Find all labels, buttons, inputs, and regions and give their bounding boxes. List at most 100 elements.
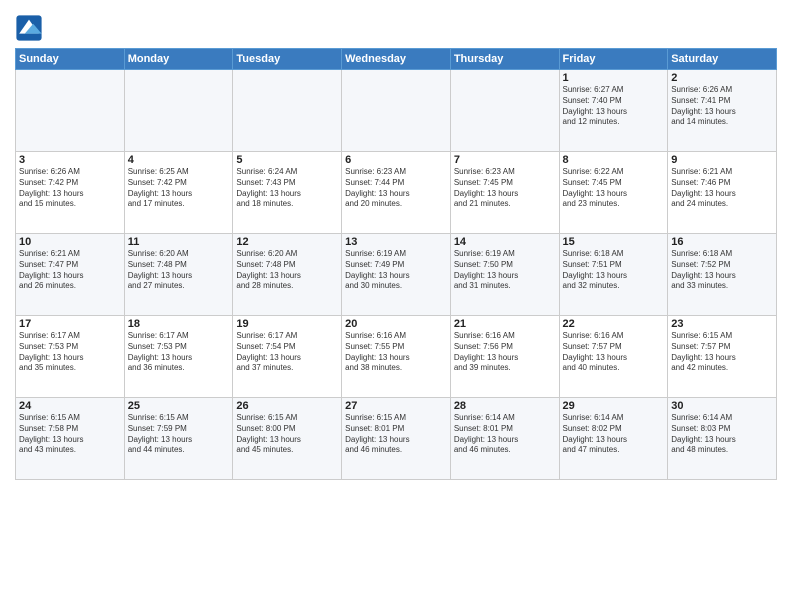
weekday-header-tuesday: Tuesday <box>233 49 342 70</box>
calendar-cell: 26Sunrise: 6:15 AM Sunset: 8:00 PM Dayli… <box>233 398 342 480</box>
day-info: Sunrise: 6:24 AM Sunset: 7:43 PM Dayligh… <box>236 167 338 210</box>
calendar-header: SundayMondayTuesdayWednesdayThursdayFrid… <box>16 49 777 70</box>
calendar-cell: 12Sunrise: 6:20 AM Sunset: 7:48 PM Dayli… <box>233 234 342 316</box>
day-info: Sunrise: 6:23 AM Sunset: 7:44 PM Dayligh… <box>345 167 447 210</box>
calendar-cell: 15Sunrise: 6:18 AM Sunset: 7:51 PM Dayli… <box>559 234 668 316</box>
day-info: Sunrise: 6:26 AM Sunset: 7:41 PM Dayligh… <box>671 85 773 128</box>
day-info: Sunrise: 6:16 AM Sunset: 7:56 PM Dayligh… <box>454 331 556 374</box>
day-number: 28 <box>454 400 556 412</box>
day-info: Sunrise: 6:18 AM Sunset: 7:52 PM Dayligh… <box>671 249 773 292</box>
calendar-cell: 5Sunrise: 6:24 AM Sunset: 7:43 PM Daylig… <box>233 152 342 234</box>
calendar-cell: 20Sunrise: 6:16 AM Sunset: 7:55 PM Dayli… <box>342 316 451 398</box>
calendar-cell <box>450 70 559 152</box>
logo-icon <box>15 14 43 42</box>
weekday-header-sunday: Sunday <box>16 49 125 70</box>
calendar-cell: 2Sunrise: 6:26 AM Sunset: 7:41 PM Daylig… <box>668 70 777 152</box>
day-number: 6 <box>345 154 447 166</box>
day-number: 16 <box>671 236 773 248</box>
day-info: Sunrise: 6:17 AM Sunset: 7:53 PM Dayligh… <box>128 331 230 374</box>
week-row-2: 3Sunrise: 6:26 AM Sunset: 7:42 PM Daylig… <box>16 152 777 234</box>
day-number: 25 <box>128 400 230 412</box>
day-number: 1 <box>563 72 665 84</box>
calendar-cell: 6Sunrise: 6:23 AM Sunset: 7:44 PM Daylig… <box>342 152 451 234</box>
calendar-cell: 27Sunrise: 6:15 AM Sunset: 8:01 PM Dayli… <box>342 398 451 480</box>
calendar-cell: 3Sunrise: 6:26 AM Sunset: 7:42 PM Daylig… <box>16 152 125 234</box>
calendar-cell: 1Sunrise: 6:27 AM Sunset: 7:40 PM Daylig… <box>559 70 668 152</box>
day-number: 9 <box>671 154 773 166</box>
day-number: 10 <box>19 236 121 248</box>
day-info: Sunrise: 6:17 AM Sunset: 7:54 PM Dayligh… <box>236 331 338 374</box>
day-number: 21 <box>454 318 556 330</box>
day-info: Sunrise: 6:22 AM Sunset: 7:45 PM Dayligh… <box>563 167 665 210</box>
week-row-1: 1Sunrise: 6:27 AM Sunset: 7:40 PM Daylig… <box>16 70 777 152</box>
day-info: Sunrise: 6:16 AM Sunset: 7:55 PM Dayligh… <box>345 331 447 374</box>
day-info: Sunrise: 6:18 AM Sunset: 7:51 PM Dayligh… <box>563 249 665 292</box>
page-container: SundayMondayTuesdayWednesdayThursdayFrid… <box>0 0 792 612</box>
day-number: 11 <box>128 236 230 248</box>
calendar-cell: 19Sunrise: 6:17 AM Sunset: 7:54 PM Dayli… <box>233 316 342 398</box>
calendar-cell: 24Sunrise: 6:15 AM Sunset: 7:58 PM Dayli… <box>16 398 125 480</box>
weekday-header-friday: Friday <box>559 49 668 70</box>
day-info: Sunrise: 6:14 AM Sunset: 8:02 PM Dayligh… <box>563 413 665 456</box>
day-number: 7 <box>454 154 556 166</box>
day-number: 15 <box>563 236 665 248</box>
calendar-cell <box>342 70 451 152</box>
calendar-cell <box>124 70 233 152</box>
day-info: Sunrise: 6:25 AM Sunset: 7:42 PM Dayligh… <box>128 167 230 210</box>
weekday-header-wednesday: Wednesday <box>342 49 451 70</box>
day-info: Sunrise: 6:20 AM Sunset: 7:48 PM Dayligh… <box>236 249 338 292</box>
day-number: 29 <box>563 400 665 412</box>
day-number: 2 <box>671 72 773 84</box>
day-info: Sunrise: 6:26 AM Sunset: 7:42 PM Dayligh… <box>19 167 121 210</box>
day-number: 14 <box>454 236 556 248</box>
day-info: Sunrise: 6:19 AM Sunset: 7:49 PM Dayligh… <box>345 249 447 292</box>
calendar-cell: 22Sunrise: 6:16 AM Sunset: 7:57 PM Dayli… <box>559 316 668 398</box>
day-info: Sunrise: 6:19 AM Sunset: 7:50 PM Dayligh… <box>454 249 556 292</box>
weekday-header-monday: Monday <box>124 49 233 70</box>
day-info: Sunrise: 6:14 AM Sunset: 8:01 PM Dayligh… <box>454 413 556 456</box>
calendar-cell: 23Sunrise: 6:15 AM Sunset: 7:57 PM Dayli… <box>668 316 777 398</box>
logo <box>15 14 47 42</box>
calendar-cell: 21Sunrise: 6:16 AM Sunset: 7:56 PM Dayli… <box>450 316 559 398</box>
day-info: Sunrise: 6:15 AM Sunset: 7:59 PM Dayligh… <box>128 413 230 456</box>
day-info: Sunrise: 6:17 AM Sunset: 7:53 PM Dayligh… <box>19 331 121 374</box>
day-number: 30 <box>671 400 773 412</box>
calendar-cell: 18Sunrise: 6:17 AM Sunset: 7:53 PM Dayli… <box>124 316 233 398</box>
day-number: 20 <box>345 318 447 330</box>
day-number: 22 <box>563 318 665 330</box>
calendar-table: SundayMondayTuesdayWednesdayThursdayFrid… <box>15 48 777 480</box>
day-number: 18 <box>128 318 230 330</box>
day-number: 4 <box>128 154 230 166</box>
calendar-body: 1Sunrise: 6:27 AM Sunset: 7:40 PM Daylig… <box>16 70 777 480</box>
week-row-5: 24Sunrise: 6:15 AM Sunset: 7:58 PM Dayli… <box>16 398 777 480</box>
day-info: Sunrise: 6:23 AM Sunset: 7:45 PM Dayligh… <box>454 167 556 210</box>
weekday-header-saturday: Saturday <box>668 49 777 70</box>
day-info: Sunrise: 6:15 AM Sunset: 8:01 PM Dayligh… <box>345 413 447 456</box>
calendar-cell <box>16 70 125 152</box>
calendar-cell: 7Sunrise: 6:23 AM Sunset: 7:45 PM Daylig… <box>450 152 559 234</box>
calendar-cell: 4Sunrise: 6:25 AM Sunset: 7:42 PM Daylig… <box>124 152 233 234</box>
calendar-cell: 13Sunrise: 6:19 AM Sunset: 7:49 PM Dayli… <box>342 234 451 316</box>
day-info: Sunrise: 6:15 AM Sunset: 7:57 PM Dayligh… <box>671 331 773 374</box>
day-number: 27 <box>345 400 447 412</box>
calendar-cell <box>233 70 342 152</box>
calendar-cell: 17Sunrise: 6:17 AM Sunset: 7:53 PM Dayli… <box>16 316 125 398</box>
calendar-cell: 29Sunrise: 6:14 AM Sunset: 8:02 PM Dayli… <box>559 398 668 480</box>
calendar-cell: 11Sunrise: 6:20 AM Sunset: 7:48 PM Dayli… <box>124 234 233 316</box>
day-info: Sunrise: 6:15 AM Sunset: 7:58 PM Dayligh… <box>19 413 121 456</box>
day-number: 3 <box>19 154 121 166</box>
week-row-4: 17Sunrise: 6:17 AM Sunset: 7:53 PM Dayli… <box>16 316 777 398</box>
day-number: 19 <box>236 318 338 330</box>
day-number: 26 <box>236 400 338 412</box>
day-number: 24 <box>19 400 121 412</box>
calendar-cell: 9Sunrise: 6:21 AM Sunset: 7:46 PM Daylig… <box>668 152 777 234</box>
calendar-cell: 30Sunrise: 6:14 AM Sunset: 8:03 PM Dayli… <box>668 398 777 480</box>
day-info: Sunrise: 6:15 AM Sunset: 8:00 PM Dayligh… <box>236 413 338 456</box>
calendar-cell: 10Sunrise: 6:21 AM Sunset: 7:47 PM Dayli… <box>16 234 125 316</box>
day-info: Sunrise: 6:27 AM Sunset: 7:40 PM Dayligh… <box>563 85 665 128</box>
calendar-cell: 16Sunrise: 6:18 AM Sunset: 7:52 PM Dayli… <box>668 234 777 316</box>
weekday-header-thursday: Thursday <box>450 49 559 70</box>
calendar-cell: 8Sunrise: 6:22 AM Sunset: 7:45 PM Daylig… <box>559 152 668 234</box>
calendar-cell: 25Sunrise: 6:15 AM Sunset: 7:59 PM Dayli… <box>124 398 233 480</box>
day-info: Sunrise: 6:20 AM Sunset: 7:48 PM Dayligh… <box>128 249 230 292</box>
